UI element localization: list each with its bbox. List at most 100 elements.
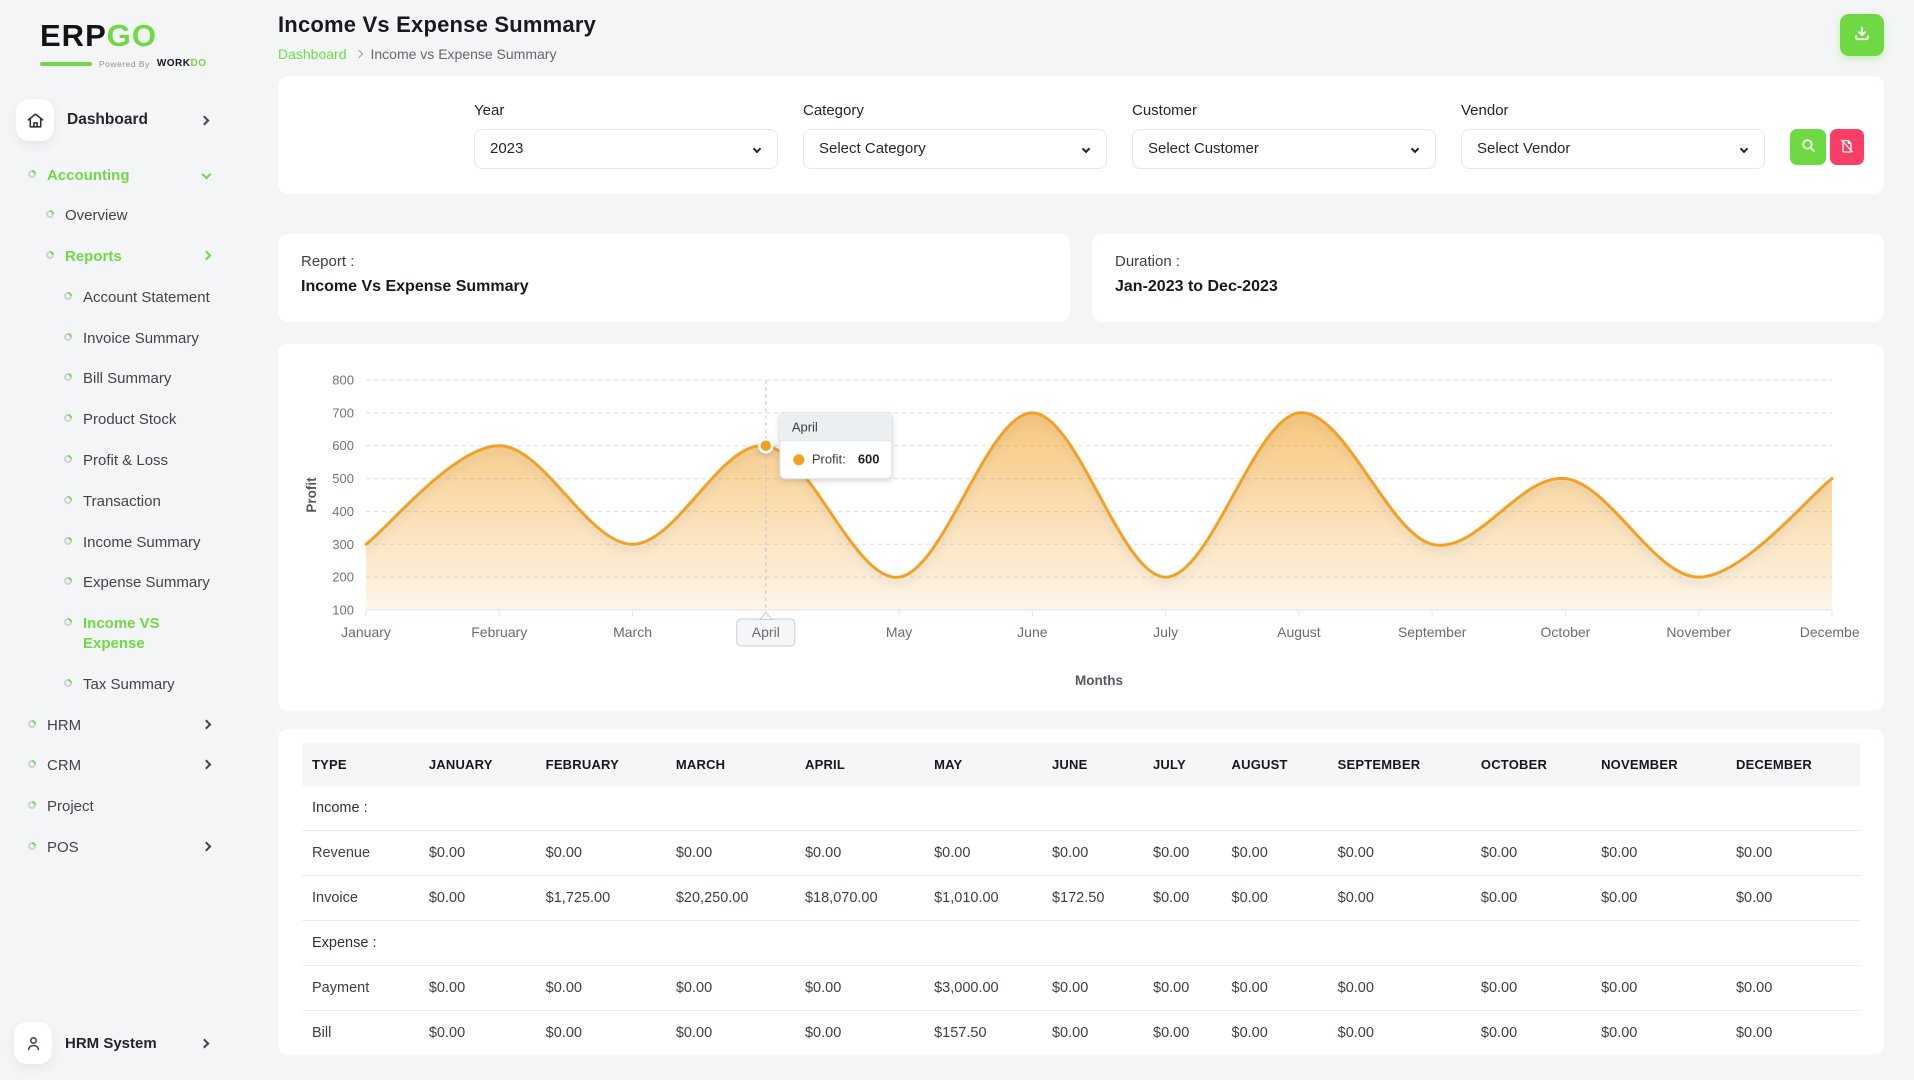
report-card: Report : Income Vs Expense Summary <box>278 234 1070 322</box>
column-header-february: FEBRUARY <box>535 743 666 786</box>
svg-text:600: 600 <box>332 438 354 453</box>
chevron-down-icon <box>1081 144 1091 153</box>
svg-text:400: 400 <box>332 504 354 519</box>
vendor-label: Vendor <box>1461 101 1509 119</box>
chevron-right-icon <box>201 719 212 730</box>
breadcrumb-current: Income vs Expense Summary <box>370 46 557 62</box>
year-select[interactable]: 2023 <box>474 128 778 169</box>
svg-text:200: 200 <box>332 570 354 585</box>
category-select[interactable]: Select Category <box>803 128 1107 169</box>
sidebar: ERPGO Powered By WORKDO Dashboard Accoun… <box>0 0 226 1080</box>
svg-text:700: 700 <box>332 405 354 420</box>
income-expense-table: TYPE JANUARY FEBRUARY MARCH APRIL MAY JUNE JULY… <box>302 743 1860 1055</box>
bullet-icon <box>62 677 74 689</box>
cell-value: $0.00 <box>535 965 666 1011</box>
chevron-down-icon <box>201 169 212 179</box>
hrm-system-label: HRM System <box>65 1034 157 1052</box>
cell-value: $0.00 <box>794 1010 925 1055</box>
cell-value: $0.00 <box>1725 830 1860 876</box>
column-header-march: MARCH <box>665 743 795 786</box>
row-type: Revenue <box>302 830 419 876</box>
chevron-right-icon <box>201 760 212 770</box>
cell-value: $0.00 <box>1221 1010 1328 1055</box>
vendor-select[interactable]: Select Vendor <box>1461 128 1765 169</box>
chevron-down-icon <box>1410 144 1420 153</box>
chevron-right-icon <box>201 841 212 852</box>
cell-value: $172.50 <box>1041 875 1143 921</box>
svg-text:January: January <box>341 624 391 640</box>
sidebar-item-profit-loss[interactable]: Profit & Loss <box>14 441 218 482</box>
search-button[interactable] <box>1790 129 1826 165</box>
column-header-june: JUNE <box>1041 743 1143 786</box>
profit-chart-card: 100 200 300 400 500 600 700 800 January February M… <box>278 344 1884 711</box>
sidebar-item-expense-summary[interactable]: Expense Summary <box>14 563 218 604</box>
cell-value: $0.00 <box>418 830 536 876</box>
bullet-icon <box>62 371 74 384</box>
sidebar-item-label: Reports <box>65 248 122 266</box>
sidebar-item-project[interactable]: Project <box>14 787 218 828</box>
sidebar-item-label: Tax Summary <box>83 675 175 693</box>
logo-text-go: GO <box>106 18 157 53</box>
logo-text-erp: ERP <box>40 18 107 53</box>
breadcrumb-dashboard-link[interactable]: Dashboard <box>278 46 347 62</box>
duration-label: Duration : <box>1115 253 1181 270</box>
sidebar-item-invoice-summary[interactable]: Invoice Summary <box>14 318 218 359</box>
sidebar-item-bill-summary[interactable]: Bill Summary <box>14 359 218 400</box>
cell-value: $3,000.00 <box>924 965 1042 1011</box>
table-row-bill: Bill $0.00 $0.00 $0.00 $0.00 $157.50 $0.00 $0.0… <box>302 1010 1860 1055</box>
sidebar-item-income-summary[interactable]: Income Summary <box>14 522 218 563</box>
sidebar-item-account-statement[interactable]: Account Statement <box>14 277 218 318</box>
reset-filter-button[interactable] <box>1830 129 1864 165</box>
sidebar-item-hrm[interactable]: HRM <box>14 705 218 746</box>
table-row-payment: Payment $0.00 $0.00 $0.00 $0.00 $3,000.00 $0.0… <box>302 965 1860 1011</box>
svg-text:Profit: Profit <box>304 477 319 513</box>
sidebar-item-dashboard[interactable]: Dashboard <box>16 99 218 141</box>
sidebar-item-reports[interactable]: Reports <box>14 237 218 278</box>
column-header-november: NOVEMBER <box>1591 743 1726 786</box>
cell-value: $0.00 <box>1591 830 1726 876</box>
sidebar-item-hrm-system[interactable]: HRM System <box>14 1022 218 1064</box>
svg-text:August: August <box>1277 624 1321 640</box>
sidebar-item-overview[interactable]: Overview <box>14 196 218 237</box>
sidebar-item-income-vs-expense[interactable]: Income VS Expense <box>14 604 218 665</box>
sidebar-item-product-stock[interactable]: Product Stock <box>14 400 218 441</box>
column-header-october: OCTOBER <box>1470 743 1592 786</box>
income-expense-table-card: TYPE JANUARY FEBRUARY MARCH APRIL MAY JUNE JULY… <box>278 729 1884 1055</box>
chevron-right-icon <box>354 49 363 59</box>
report-value: Income Vs Expense Summary <box>301 278 529 295</box>
home-icon <box>16 99 54 141</box>
bullet-icon <box>62 412 74 424</box>
duration-value: Jan-2023 to Dec-2023 <box>1115 278 1278 295</box>
customer-select[interactable]: Select Customer <box>1132 128 1436 169</box>
sidebar-item-accounting[interactable]: Accounting <box>14 155 218 196</box>
breadcrumb: Dashboard Income vs Expense Summary <box>278 46 596 62</box>
sidebar-item-crm[interactable]: CRM <box>14 746 218 787</box>
svg-text:December: December <box>1800 624 1860 640</box>
chart-tooltip: April Profit: 600 <box>779 412 893 480</box>
svg-text:100: 100 <box>332 603 354 618</box>
svg-text:April: April <box>792 420 818 435</box>
cell-value: $0.00 <box>418 965 536 1011</box>
download-button[interactable] <box>1840 14 1884 56</box>
sidebar-item-label: Income VS Expense <box>83 615 160 653</box>
cell-value: $0.00 <box>1327 875 1471 921</box>
bullet-icon <box>62 535 74 547</box>
column-header-september: SEPTEMBER <box>1327 743 1471 786</box>
cell-value: $0.00 <box>1221 965 1328 1011</box>
search-icon <box>1800 137 1817 157</box>
sidebar-item-pos[interactable]: POS <box>14 828 218 869</box>
column-header-april: APRIL <box>794 743 925 786</box>
sidebar-item-tax-summary[interactable]: Tax Summary <box>14 664 218 705</box>
sidebar-item-label: CRM <box>47 757 82 775</box>
svg-text:April: April <box>752 624 780 640</box>
cell-value: $0.00 <box>418 875 536 921</box>
sidebar-item-transaction[interactable]: Transaction <box>14 481 218 522</box>
chevron-right-icon <box>201 250 212 261</box>
sidebar-item-label: Transaction <box>83 492 161 510</box>
cell-value: $0.00 <box>1143 875 1222 921</box>
sidebar-item-label: Invoice Summary <box>83 329 199 347</box>
page-title: Income Vs Expense Summary <box>278 12 597 37</box>
column-header-type: TYPE <box>302 743 419 786</box>
profit-area-chart[interactable]: 100 200 300 400 500 600 700 800 January February M… <box>302 362 1860 692</box>
bullet-icon <box>62 453 74 465</box>
